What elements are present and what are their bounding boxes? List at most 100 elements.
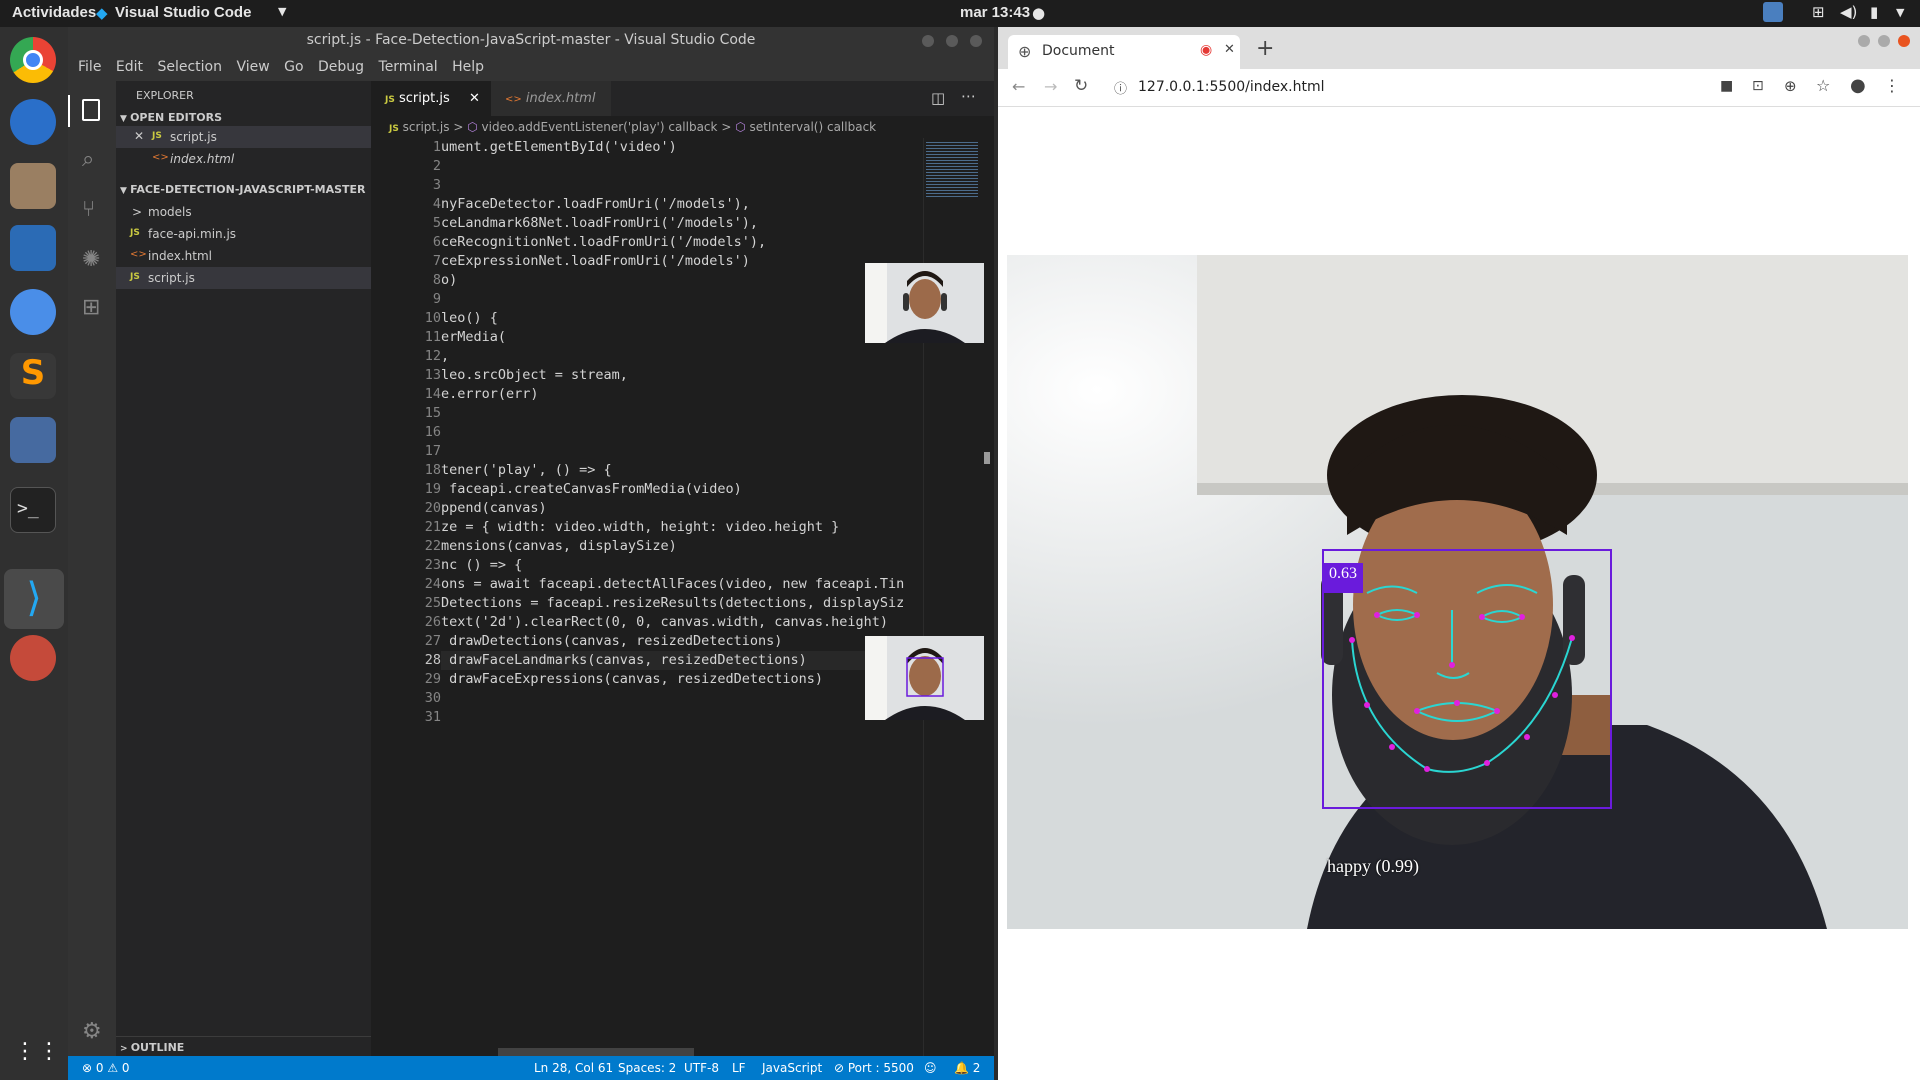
notifications[interactable]: 🔔 2 <box>954 1056 980 1080</box>
breadcrumb-interval[interactable]: setInterval() callback <box>750 120 877 134</box>
explorer-icon[interactable] <box>82 99 100 121</box>
live-server-port[interactable]: ⊘ Port : 5500 <box>834 1056 914 1080</box>
code-editor[interactable]: ument.getElementById('video') nyFaceDetec… <box>441 138 923 748</box>
code-line[interactable] <box>441 708 923 727</box>
search-icon[interactable]: ⌕ <box>82 147 94 172</box>
settings-app-icon[interactable] <box>10 417 56 463</box>
menu-go[interactable]: Go <box>284 54 303 81</box>
terminal-icon[interactable]: >_ <box>10 487 56 533</box>
scrollbar-thumb[interactable] <box>984 452 990 464</box>
translate-icon[interactable]: ⊡ <box>1752 78 1764 94</box>
code-line[interactable]: nc () => { <box>441 556 923 575</box>
close-button[interactable] <box>970 35 982 47</box>
code-line[interactable]: e.error(err) <box>441 385 923 404</box>
menu-selection[interactable]: Selection <box>157 54 222 81</box>
keyboard-layout-icon[interactable] <box>1763 2 1783 22</box>
thunderbird-icon[interactable] <box>10 99 56 145</box>
problems-indicator[interactable]: ⊗ 0 ⚠ 0 <box>82 1056 130 1080</box>
minimize-button[interactable] <box>1858 35 1870 47</box>
menu-help[interactable]: Help <box>452 54 484 81</box>
back-icon[interactable]: ← <box>1012 77 1025 96</box>
menu-terminal[interactable]: Terminal <box>379 54 438 81</box>
language-mode[interactable]: JavaScript <box>762 1056 822 1080</box>
gear-icon[interactable]: ⚙ <box>82 1019 102 1044</box>
code-line[interactable]: tener('play', () => { <box>441 461 923 480</box>
tools-icon[interactable] <box>10 635 56 681</box>
code-line[interactable]: erMedia( <box>441 328 923 347</box>
code-line[interactable]: nyFaceDetector.loadFromUri('/models'), <box>441 195 923 214</box>
vscode-icon[interactable]: ⟩ <box>4 569 64 629</box>
code-line[interactable] <box>441 442 923 461</box>
close-button[interactable] <box>1898 35 1910 47</box>
code-line[interactable]: drawFaceExpressions(canvas, resizedDetec… <box>441 670 923 689</box>
code-line[interactable]: ceRecognitionNet.loadFromUri('/models'), <box>441 233 923 252</box>
code-line[interactable]: ze = { width: video.width, height: video… <box>441 518 923 537</box>
network-icon[interactable]: ⊞ <box>1812 3 1825 21</box>
battery-icon[interactable]: ▮ <box>1870 3 1878 21</box>
volume-icon[interactable]: ◀) <box>1840 3 1857 21</box>
menu-edit[interactable]: Edit <box>116 54 143 81</box>
chromium-icon[interactable] <box>10 289 56 335</box>
code-line[interactable]: mensions(canvas, displaySize) <box>441 537 923 556</box>
indentation[interactable]: Spaces: 2 <box>618 1056 676 1080</box>
reload-icon[interactable]: ↻ <box>1074 76 1088 96</box>
code-line[interactable]: ppend(canvas) <box>441 499 923 518</box>
extensions-icon[interactable]: ⊞ <box>82 295 100 320</box>
code-line[interactable] <box>441 404 923 423</box>
maximize-button[interactable] <box>946 35 958 47</box>
code-line[interactable]: drawDetections(canvas, resizedDetections… <box>441 632 923 651</box>
tab-script-js[interactable]: JS script.js ✕ <box>371 81 491 116</box>
camera-icon[interactable]: ■ <box>1720 78 1733 94</box>
code-line[interactable] <box>441 689 923 708</box>
code-line[interactable]: leo.srcObject = stream, <box>441 366 923 385</box>
activities-button[interactable]: Actividades <box>12 4 96 21</box>
info-icon[interactable]: ⓘ <box>1114 78 1127 97</box>
tab-index-html[interactable]: <> index.html <box>491 81 611 116</box>
menu-debug[interactable]: Debug <box>318 54 364 81</box>
more-actions-icon[interactable]: ⋯ <box>961 87 976 105</box>
app-menu[interactable]: Visual Studio Code <box>115 4 251 21</box>
source-control-icon[interactable]: ⑂ <box>82 197 95 222</box>
code-line[interactable]: faceapi.createCanvasFromMedia(video) <box>441 480 923 499</box>
writer-icon[interactable] <box>10 225 56 271</box>
line-ending[interactable]: LF <box>732 1056 746 1080</box>
code-line[interactable] <box>441 176 923 195</box>
chrome-menu-icon[interactable]: ⋮ <box>1884 76 1900 95</box>
file-index[interactable]: <> index.html <box>116 245 371 267</box>
code-line[interactable]: text('2d').clearRect(0, 0, canvas.width,… <box>441 613 923 632</box>
code-line[interactable]: ument.getElementById('video') <box>441 138 923 157</box>
cursor-position[interactable]: Ln 28, Col 61 <box>534 1056 613 1080</box>
new-tab-button[interactable]: + <box>1256 36 1274 61</box>
code-line[interactable] <box>441 290 923 309</box>
address-bar[interactable]: 127.0.0.1:5500/index.html <box>1138 79 1325 95</box>
code-line[interactable]: ceLandmark68Net.loadFromUri('/models'), <box>441 214 923 233</box>
profile-icon[interactable]: ● <box>1850 75 1866 96</box>
project-section[interactable]: ▼ FACE-DETECTION-JAVASCRIPT-MASTER <box>120 183 366 196</box>
file-face-api[interactable]: JS face-api.min.js <box>116 223 371 245</box>
open-editor-item-script[interactable]: ✕ JS script.js <box>116 126 371 148</box>
code-line[interactable]: , <box>441 347 923 366</box>
debug-icon[interactable]: ✺ <box>82 247 100 272</box>
sublime-icon[interactable]: S <box>10 353 56 399</box>
file-script[interactable]: JS script.js <box>116 267 371 289</box>
split-editor-icon[interactable]: ◫ <box>931 89 945 107</box>
code-line[interactable] <box>441 157 923 176</box>
breadcrumb-callback[interactable]: video.addEventListener('play') callback <box>482 120 718 134</box>
code-line[interactable]: ons = await faceapi.detectAllFaces(video… <box>441 575 923 594</box>
feedback-icon[interactable]: ☺ <box>924 1056 937 1080</box>
outline-section[interactable]: > OUTLINE <box>116 1036 371 1058</box>
encoding[interactable]: UTF-8 <box>684 1056 719 1080</box>
menu-view[interactable]: View <box>236 54 269 81</box>
files-icon[interactable] <box>10 163 56 209</box>
close-icon[interactable]: ✕ <box>469 81 480 116</box>
open-editors-section[interactable]: ▼ OPEN EDITORS <box>120 111 222 124</box>
forward-icon[interactable]: → <box>1044 77 1057 96</box>
close-icon[interactable]: ✕ <box>1224 42 1235 57</box>
breadcrumb-file[interactable]: script.js <box>403 120 450 134</box>
zoom-icon[interactable]: ⊕ <box>1784 77 1797 95</box>
code-line[interactable] <box>441 423 923 442</box>
close-icon[interactable]: ✕ <box>134 129 144 143</box>
open-editor-item-index[interactable]: <> index.html <box>116 148 371 170</box>
minimize-button[interactable] <box>922 35 934 47</box>
code-line[interactable]: leo() { <box>441 309 923 328</box>
